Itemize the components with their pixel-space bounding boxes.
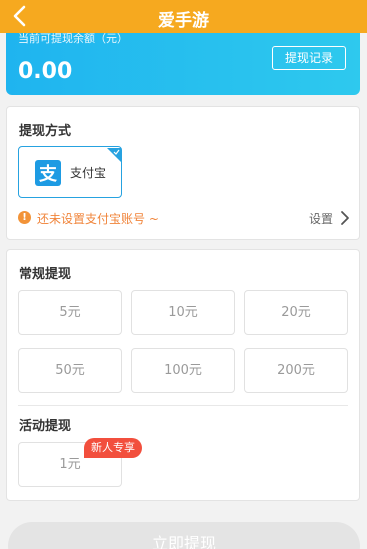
amount-option-5[interactable]: 5元	[18, 290, 122, 335]
activity-withdraw-title: 活动提现	[19, 419, 72, 434]
new-user-badge: 新人专享	[84, 438, 142, 458]
alipay-label: 支付宝	[70, 166, 107, 180]
balance-amount: 0.00	[18, 59, 73, 84]
withdraw-record-button[interactable]: 提现记录	[272, 46, 346, 70]
amount-option-10[interactable]: 10元	[131, 290, 235, 335]
svg-text:支: 支	[38, 163, 58, 185]
amount-option-200[interactable]: 200元	[244, 348, 348, 393]
balance-label: 当前可提现余额（元）	[18, 33, 128, 45]
balance-panel: 当前可提现余额（元） 0.00 提现记录	[6, 33, 360, 95]
divider	[18, 405, 348, 406]
regular-withdraw-title: 常规提现	[19, 267, 72, 282]
settings-link[interactable]: 设置	[291, 209, 351, 227]
warning-text: 还未设置支付宝账号 ~	[37, 212, 159, 226]
amount-option-100[interactable]: 100元	[131, 348, 235, 393]
withdraw-amount-card: 常规提现 5元 10元 20元 50元 100元 200元 活动提现 1元 新人…	[6, 249, 360, 501]
settings-label: 设置	[308, 212, 333, 226]
alipay-option[interactable]: 支 支付宝	[18, 146, 122, 198]
withdraw-now-button[interactable]: 立即提现	[8, 522, 360, 549]
selected-corner-icon	[107, 147, 121, 162]
chevron-right-icon	[339, 210, 351, 226]
top-bar: 爱手游	[0, 0, 367, 33]
amount-option-50[interactable]: 50元	[18, 348, 122, 393]
withdraw-method-card: 提现方式 支 支付宝 ! 还未设置支付宝账号 ~ 设置	[6, 106, 360, 240]
alipay-icon: 支	[35, 160, 61, 186]
page-title: 爱手游	[158, 11, 209, 31]
warning-icon: !	[18, 211, 31, 224]
amount-option-20[interactable]: 20元	[244, 290, 348, 335]
withdraw-method-title: 提现方式	[19, 124, 72, 139]
